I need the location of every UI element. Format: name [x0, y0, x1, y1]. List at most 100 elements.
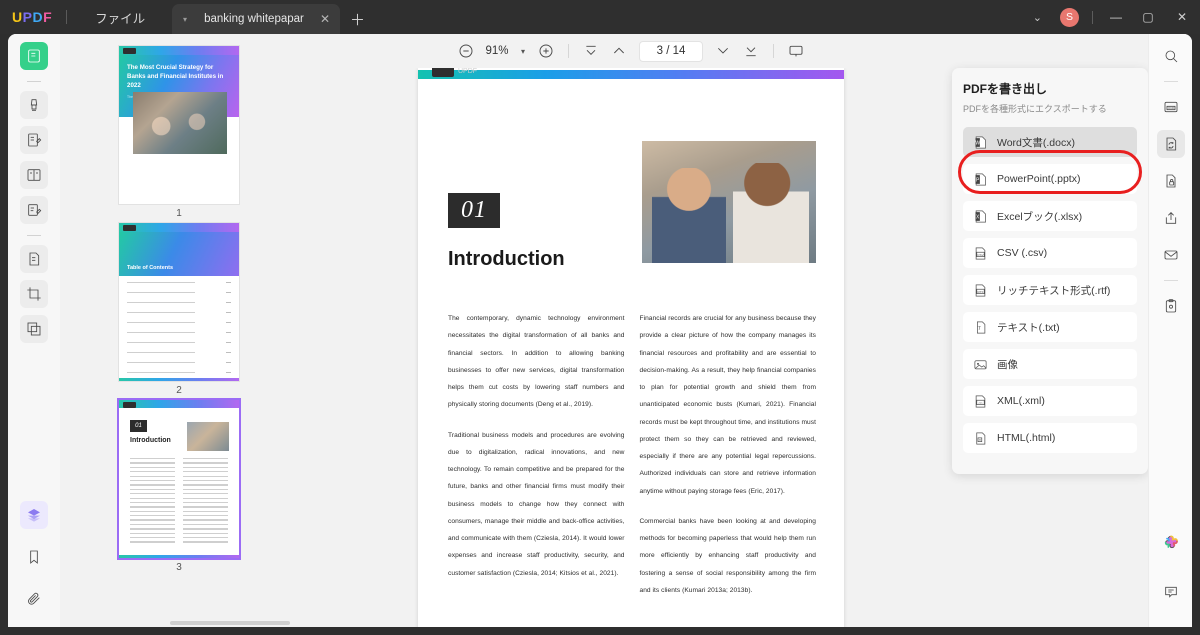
- thumbnail-scrollbar[interactable]: [170, 621, 290, 625]
- thumb2-logo: [123, 224, 136, 231]
- thumb1-gradient-bar: [119, 46, 239, 55]
- search-button[interactable]: [1157, 42, 1185, 70]
- page-photo: [642, 141, 816, 263]
- export-option-word[interactable]: W Word文書(.docx): [963, 127, 1137, 157]
- first-page-button[interactable]: [577, 37, 605, 65]
- export-option-word-label: Word文書(.docx): [997, 136, 1075, 149]
- avatar[interactable]: S: [1060, 7, 1079, 27]
- export-option-xml[interactable]: </> XML(.xml): [963, 386, 1137, 416]
- thumb2-toc-rows: [127, 281, 231, 381]
- export-option-txt[interactable]: T テキスト(.txt): [963, 312, 1137, 342]
- search-icon: [1165, 50, 1177, 63]
- batch-icon: [1165, 299, 1176, 313]
- thumb2-footer-bar: [119, 378, 239, 381]
- minimize-button[interactable]: —: [1100, 0, 1132, 34]
- highlight-tool[interactable]: [20, 91, 48, 119]
- toc-row: [127, 341, 231, 344]
- layers-panel[interactable]: [20, 501, 48, 529]
- export-option-rtf[interactable]: RTF リッチテキスト形式(.rtf): [963, 275, 1137, 305]
- menu-file[interactable]: ファイル: [81, 0, 159, 34]
- left-rail-bottom: [8, 501, 60, 613]
- edit-pdf-tool[interactable]: [20, 126, 48, 154]
- bookmark-panel[interactable]: [20, 543, 48, 571]
- new-tab-button[interactable]: ＋: [350, 9, 365, 30]
- document-area: 91% ▾ 3 / 14 UPDF 01 Introduction The co…: [298, 34, 964, 627]
- presentation-icon: [789, 45, 803, 57]
- previous-page-button[interactable]: [605, 37, 633, 65]
- zoom-in-button[interactable]: [532, 37, 560, 65]
- svg-text:T: T: [978, 326, 981, 331]
- logo-letter-p: P: [22, 9, 33, 25]
- export-option-powerpoint[interactable]: P PowerPoint(.pptx): [963, 164, 1137, 194]
- section-number-badge: 01: [448, 193, 500, 228]
- protect-pdf-button[interactable]: [1157, 167, 1185, 195]
- tab-title: banking whitepapar: [204, 13, 304, 25]
- svg-text:RTF: RTF: [978, 290, 984, 294]
- tab-dropdown-icon[interactable]: ▾: [180, 15, 190, 24]
- thumbnail-panel[interactable]: The Most Crucial Strategy for Banks and …: [60, 34, 298, 627]
- last-page-icon: [746, 47, 756, 57]
- next-page-button[interactable]: [709, 37, 737, 65]
- batch-button[interactable]: [1157, 292, 1185, 320]
- export-option-excel[interactable]: X Excelブック(.xlsx): [963, 201, 1137, 231]
- convert-pdf-button[interactable]: [1156, 130, 1185, 158]
- organize-pages-tool[interactable]: [20, 245, 48, 273]
- export-option-html-label: HTML(.html): [997, 432, 1056, 444]
- thumbnail-1-number: 1: [176, 208, 182, 219]
- export-option-image-label: 画像: [997, 358, 1018, 371]
- attachment-panel[interactable]: [20, 585, 48, 613]
- view-mode-button[interactable]: [782, 37, 810, 65]
- toc-row: [127, 371, 231, 374]
- export-option-txt-label: テキスト(.txt): [997, 321, 1060, 334]
- edit-pdf-icon: [28, 133, 42, 147]
- export-option-csv[interactable]: CSV CSV (.csv): [963, 238, 1137, 268]
- ai-assistant-button[interactable]: [1157, 529, 1185, 557]
- close-button[interactable]: ✕: [1164, 0, 1200, 34]
- comment-icon: [28, 204, 42, 216]
- right-rail-divider-1: [1163, 81, 1178, 82]
- paragraph: The contemporary, dynamic technology env…: [448, 315, 625, 409]
- zoom-dropdown-icon[interactable]: ▾: [514, 47, 532, 56]
- rtf-icon: RTF: [975, 284, 986, 296]
- left-tool-rail: [8, 34, 60, 627]
- export-option-excel-label: Excelブック(.xlsx): [997, 210, 1083, 223]
- organize-pages-icon: [29, 252, 40, 266]
- feedback-button[interactable]: [1157, 578, 1185, 606]
- email-button[interactable]: [1157, 241, 1185, 269]
- paragraph: Financial records are crucial for any bu…: [639, 315, 816, 495]
- thumbnail-page-3[interactable]: 01 Introduction 3: [119, 400, 239, 573]
- chevron-down-icon[interactable]: ⌄: [1021, 11, 1054, 24]
- last-page-button[interactable]: [737, 37, 765, 65]
- export-option-html[interactable]: H HTML(.html): [963, 423, 1137, 453]
- document-tab[interactable]: ▾ banking whitepapar ✕: [172, 4, 340, 34]
- share-button[interactable]: [1157, 204, 1185, 232]
- crop-tool[interactable]: [20, 280, 48, 308]
- excel-icon: X: [975, 210, 986, 222]
- page-indicator[interactable]: 3 / 14: [639, 40, 703, 62]
- thumb1-logo: [123, 47, 136, 54]
- window-controls: ⌄ S — ▢ ✕: [1021, 0, 1200, 34]
- maximize-button[interactable]: ▢: [1132, 0, 1164, 34]
- reader-mode-tool[interactable]: [20, 42, 48, 70]
- titlebar-divider: [66, 10, 68, 24]
- toc-row: [127, 321, 231, 324]
- background-tool[interactable]: [20, 315, 48, 343]
- layers-icon: [28, 509, 40, 522]
- updf-logo: U P D F: [12, 9, 52, 25]
- page-title: Introduction: [448, 248, 565, 270]
- thumbnail-3-number: 3: [176, 562, 182, 573]
- xml-icon: </>: [975, 395, 986, 407]
- ocr-button[interactable]: OCR: [1157, 93, 1185, 121]
- export-option-image[interactable]: 画像: [963, 349, 1137, 379]
- form-tool[interactable]: [20, 161, 48, 189]
- tab-close-icon[interactable]: ✕: [318, 12, 332, 26]
- comment-tool[interactable]: [20, 196, 48, 224]
- zoom-level[interactable]: 91%: [480, 45, 514, 57]
- toc-row: [127, 361, 231, 364]
- page-right-column: Financial records are crucial for any bu…: [640, 310, 817, 612]
- thumbnail-page-1[interactable]: The Most Crucial Strategy for Banks and …: [119, 46, 239, 219]
- thumbnail-2-title: Table of Contents: [127, 265, 174, 271]
- page-canvas[interactable]: UPDF 01 Introduction The contemporary, d…: [298, 68, 964, 627]
- thumbnail-page-2[interactable]: Table of Contents 2: [119, 223, 239, 396]
- zoom-out-button[interactable]: [452, 37, 480, 65]
